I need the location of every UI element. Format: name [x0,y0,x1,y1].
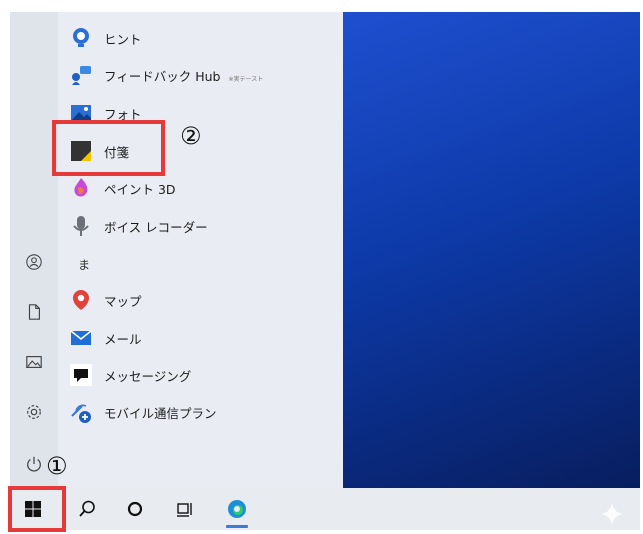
app-label: モバイル通信プラン [104,405,217,421]
search-icon[interactable] [64,488,110,530]
app-label: ヒント [104,31,142,47]
running-indicator [226,525,248,528]
lightbulb-icon [68,25,94,51]
highlight-start-button [8,486,66,532]
highlight-sticky-notes [52,120,165,176]
taskbar [10,488,640,530]
app-item-maps[interactable]: マップ [68,283,328,317]
app-label: メッセージング [104,368,192,384]
edge-icon[interactable] [214,488,260,530]
pictures-icon[interactable] [22,350,46,374]
app-label: メール [104,331,142,347]
app-item-feedback-hub[interactable]: フィードバック Hub ※実テースト [68,58,328,92]
settings-icon[interactable] [22,400,46,424]
start-menu: ヒント フィードバック Hub ※実テースト フォト 付箋 ペイント 3D ボイ… [10,12,343,488]
app-label: ボイス レコーダー [104,219,208,235]
desktop-background [343,12,640,488]
mobile-plans-icon [68,399,94,425]
feedback-hub-icon [68,62,94,88]
app-label: フィードバック Hub [104,68,221,84]
task-view-icon[interactable] [162,488,208,530]
app-item-tips[interactable]: ヒント [68,21,328,55]
power-icon[interactable] [22,452,46,476]
section-header[interactable]: ま [78,256,90,273]
app-label: マップ [104,293,142,309]
cortana-icon[interactable] [112,488,158,530]
documents-icon[interactable] [22,300,46,324]
user-icon[interactable] [22,250,46,274]
start-rail [10,12,58,488]
sparkle-icon [598,500,626,530]
voice-recorder-icon [68,213,94,239]
app-item-voice-recorder[interactable]: ボイス レコーダー [68,209,328,243]
annotation-step-1: ① [46,452,68,480]
messaging-icon [68,362,94,388]
maps-icon [68,287,94,313]
annotation-step-2: ② [180,122,202,150]
app-item-mobile-plans[interactable]: モバイル通信プラン [68,395,328,429]
screen: ヒント フィードバック Hub ※実テースト フォト 付箋 ペイント 3D ボイ… [10,12,640,530]
paint-3d-icon [68,175,94,201]
app-label: ペイント 3D [104,181,176,197]
mail-icon [68,325,94,351]
app-item-mail[interactable]: メール [68,321,328,355]
app-item-messaging[interactable]: メッセージング [68,358,328,392]
app-item-paint-3d[interactable]: ペイント 3D [68,171,328,205]
app-sublabel: ※実テースト [228,75,264,83]
